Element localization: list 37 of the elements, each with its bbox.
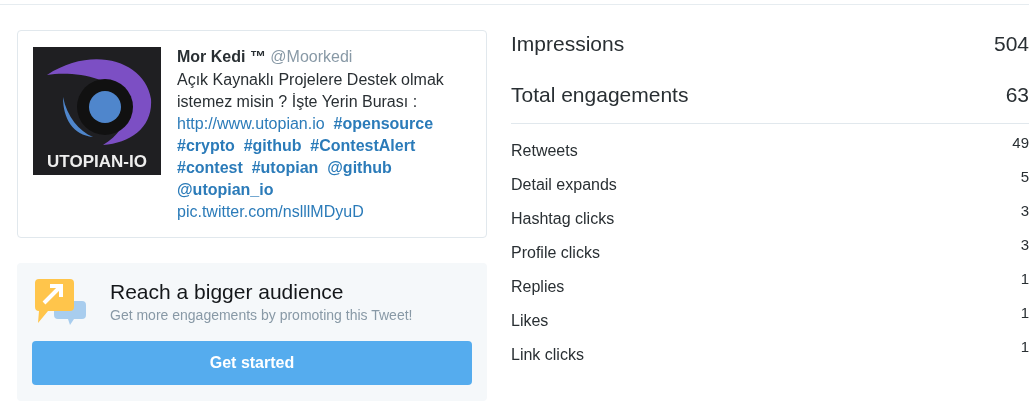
metric-label: Replies (511, 277, 565, 297)
metric-label: Link clicks (511, 345, 584, 365)
metric-value: 1 (1020, 269, 1029, 289)
metric-label: Total engagements (511, 82, 689, 108)
avatar-logo: UTOPIAN-IO (33, 47, 161, 175)
tweet-link[interactable]: pic.twitter.com/nslllMDyuD (177, 203, 364, 220)
hashtag-link[interactable]: #ContestAlert (310, 137, 416, 154)
hashtag-link[interactable]: #utopian (251, 159, 319, 176)
tweet-text: istemez misin ? İşte Yerin Burası : (177, 93, 418, 110)
metric-label: Retweets (511, 141, 578, 161)
author-handle[interactable]: @Moorkedi (270, 48, 353, 65)
hashtag-link[interactable]: #crypto (177, 137, 235, 154)
hashtag-link[interactable]: #contest (177, 159, 243, 176)
metric-label: Profile clicks (511, 243, 600, 263)
metric-value: 504 (993, 31, 1029, 57)
metric-value: 3 (1020, 201, 1029, 221)
hashtag-link[interactable]: #github (243, 137, 302, 154)
hashtag-link[interactable]: #opensource (333, 115, 434, 132)
metric-value: 1 (1020, 337, 1029, 357)
get-started-button[interactable]: Get started (32, 341, 472, 385)
promote-icon (34, 279, 86, 327)
tweet-link[interactable]: http://www.utopian.io (177, 115, 325, 132)
metric-value: 49 (1012, 133, 1029, 153)
metric-label: Impressions (511, 31, 625, 57)
metric-value: 63 (1005, 82, 1029, 108)
tweet-text: Açık Kaynaklı Projelere Destek olmak (177, 71, 444, 88)
author-name[interactable]: Mor Kedi ™ (177, 48, 266, 65)
metric-value: 5 (1020, 167, 1029, 187)
promo-subtitle: Get more engagements by promoting this Tweet! (110, 306, 413, 325)
metric-label: Likes (511, 311, 549, 331)
promo-title: Reach a bigger audience (110, 279, 345, 305)
metric-label: Detail expands (511, 175, 617, 195)
mention-link[interactable]: @utopian_io (177, 181, 274, 198)
mention-link[interactable]: @github (327, 159, 392, 176)
metric-value: 1 (1020, 303, 1029, 323)
metric-value: 3 (1020, 235, 1029, 255)
metric-label: Hashtag clicks (511, 209, 615, 229)
